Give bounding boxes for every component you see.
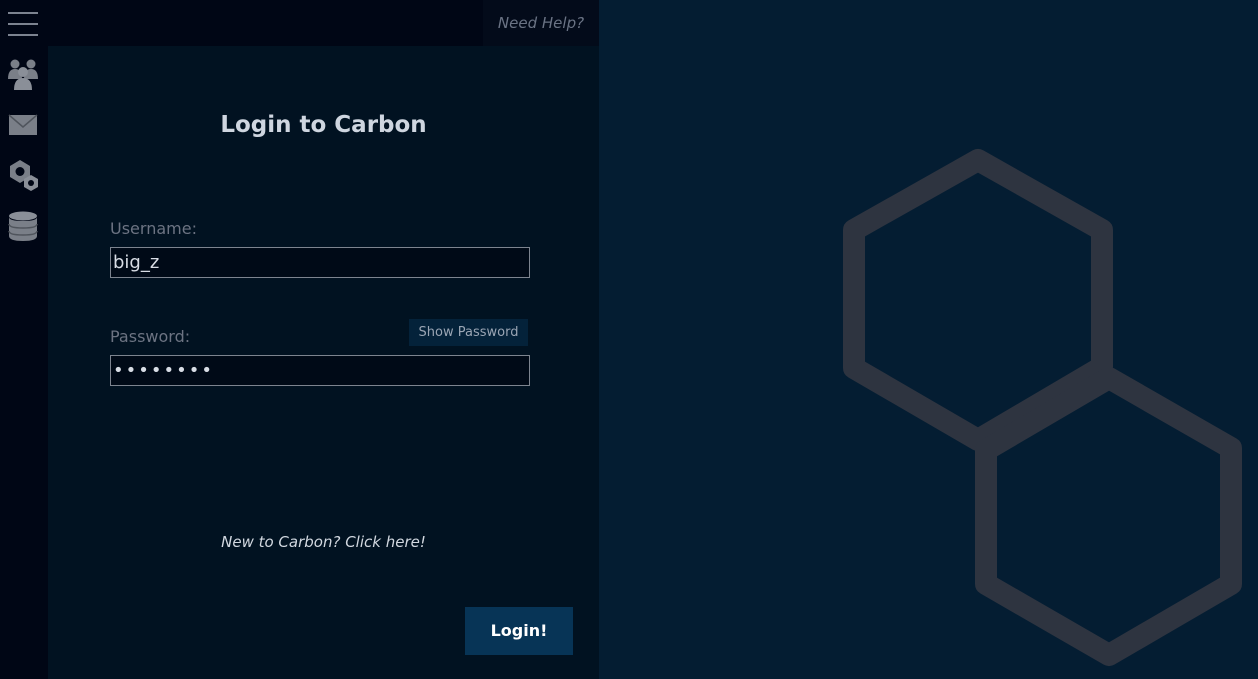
username-input[interactable] <box>110 247 530 278</box>
username-label: Username: <box>110 219 197 238</box>
hexagon-logo-icon <box>843 149 1242 666</box>
login-panel: Login to Carbon Username: Password: Show… <box>48 46 599 679</box>
new-user-link[interactable]: New to Carbon? Click here! <box>48 533 599 551</box>
users-group-icon[interactable] <box>6 57 40 91</box>
gears-icon[interactable] <box>6 158 40 192</box>
login-button[interactable]: Login! <box>465 607 573 655</box>
password-input[interactable] <box>110 355 530 386</box>
sidebar <box>0 0 48 679</box>
mail-icon[interactable] <box>6 108 40 142</box>
hamburger-menu-icon[interactable] <box>6 6 40 40</box>
database-icon[interactable] <box>6 209 40 243</box>
show-password-button[interactable]: Show Password <box>409 319 528 346</box>
brand-panel <box>599 0 1258 679</box>
need-help-link[interactable]: Need Help? <box>483 0 599 46</box>
password-label: Password: <box>110 327 191 346</box>
page-title: Login to Carbon <box>220 112 427 138</box>
